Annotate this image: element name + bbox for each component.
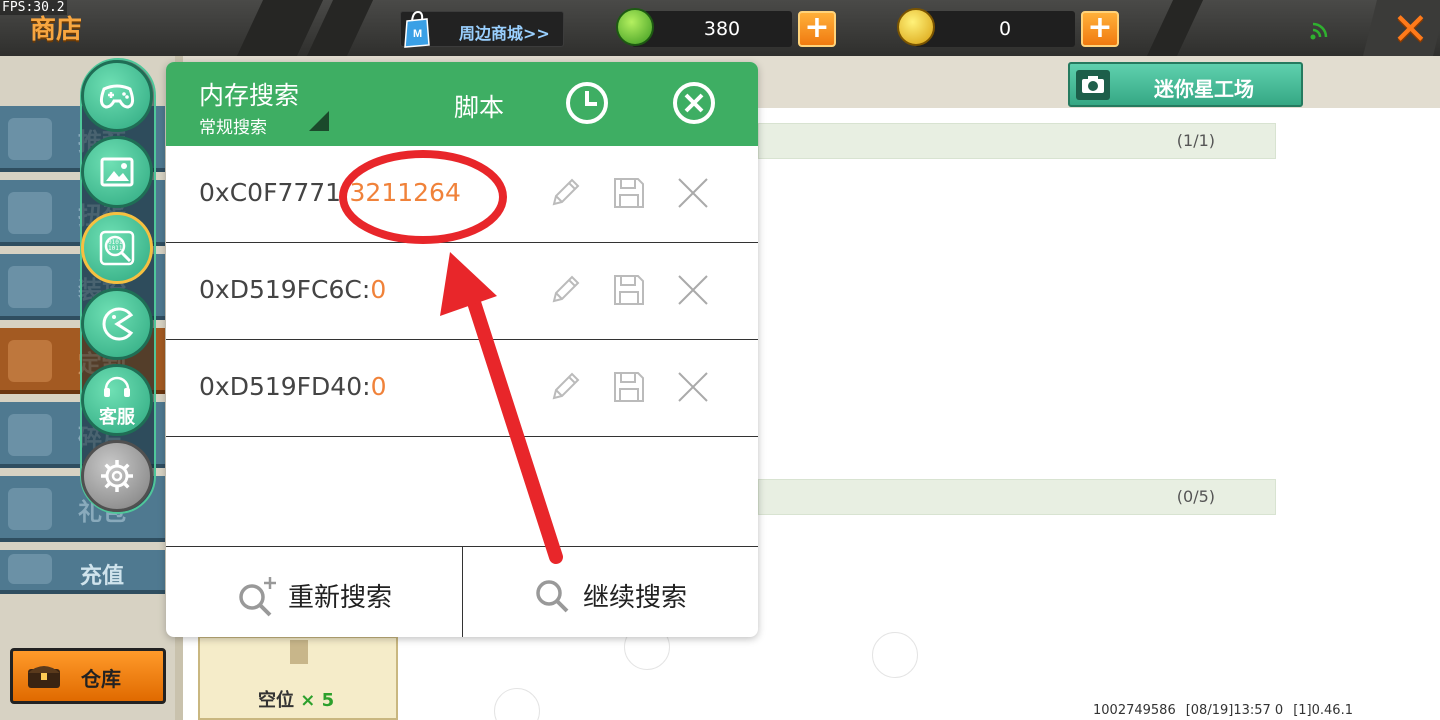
add-gems-button[interactable]: +	[798, 11, 836, 47]
section-bar-1: (1/1)	[758, 123, 1276, 159]
result-value: 3211264	[349, 178, 461, 207]
delete-x-icon[interactable]	[676, 273, 710, 307]
page-title: 商店	[30, 15, 83, 45]
edit-pencil-icon[interactable]	[548, 273, 582, 307]
separator: :	[341, 178, 350, 207]
decor-stripe	[1146, 0, 1204, 56]
close-icon[interactable]	[671, 80, 717, 126]
gem-balance: 380	[616, 8, 792, 47]
slot-count: × 5	[300, 690, 335, 711]
gamepad-tool-button[interactable]	[81, 60, 153, 132]
slot-label: 空位 × 5	[258, 686, 334, 712]
version: [1]0.46.1	[1293, 703, 1353, 718]
coin-balance: 0	[897, 8, 1075, 47]
merch-mall-label: 周边商城>>	[459, 24, 550, 43]
separator: :	[362, 372, 371, 401]
add-coins-button[interactable]: +	[1081, 11, 1119, 47]
gamepad-icon	[99, 84, 135, 109]
signal-icon	[1310, 22, 1328, 40]
binary-search-icon: 0101 1011	[99, 230, 135, 266]
close-shop-button[interactable]: ✕	[1392, 4, 1429, 55]
gem-icon	[616, 8, 654, 46]
research-label: 重新搜索	[288, 583, 393, 613]
pacman-icon	[102, 307, 134, 341]
settings-tool-button[interactable]	[81, 440, 153, 512]
mini-star-factory-button[interactable]: 迷你星工场	[1068, 62, 1303, 107]
user-id: 1002749586	[1093, 703, 1176, 718]
result-row[interactable]: 0xD519FD40:0	[166, 340, 758, 437]
edit-pencil-icon[interactable]	[548, 370, 582, 404]
coin-stack-icon	[8, 554, 52, 584]
result-row[interactable]: 0xC0F7771:3211264	[166, 146, 758, 243]
address-text: 0xD519FD40	[199, 372, 363, 401]
shirt-icon	[8, 266, 52, 308]
merch-mall-link[interactable]: M 周边商城>>	[400, 10, 564, 48]
svg-text:1011: 1011	[108, 245, 123, 252]
sidebar-item-label: 充值	[80, 564, 125, 589]
delete-x-icon[interactable]	[676, 370, 710, 404]
result-address: 0xC0F7771:3211264	[199, 178, 461, 207]
factory-label: 迷你星工场	[1154, 77, 1254, 101]
result-row[interactable]: 0xD519FC6C:0	[166, 243, 758, 340]
continue-search-label: 继续搜索	[583, 583, 688, 613]
save-icon[interactable]	[612, 273, 646, 307]
address-text: 0xC0F7771	[199, 178, 342, 207]
dialog-title: 内存搜索	[199, 81, 300, 110]
edit-pencil-icon[interactable]	[548, 176, 582, 210]
gem-count: 380	[703, 18, 741, 40]
datetime: [08/19]13:57 0	[1185, 703, 1284, 718]
empty-slot-card[interactable]: 空位 × 5	[198, 636, 398, 720]
chest-icon	[28, 666, 60, 688]
footer-info: 1002749586 [08/19]13:57 0 [1]0.46.1	[1093, 703, 1363, 718]
tab-script[interactable]: 脚本	[454, 88, 504, 124]
faint-circle	[872, 632, 918, 678]
delete-x-icon[interactable]	[676, 176, 710, 210]
memory-search-tool-button[interactable]: 0101 1011	[81, 212, 153, 284]
result-address: 0xD519FD40:0	[199, 372, 386, 401]
gift-icon	[8, 488, 52, 530]
save-icon[interactable]	[612, 370, 646, 404]
dialog-header: 内存搜索 常规搜索 脚本	[166, 62, 758, 146]
camera-icon	[1076, 70, 1110, 100]
save-icon[interactable]	[612, 176, 646, 210]
pencil-icon	[8, 340, 52, 382]
gacha-ball-icon	[8, 192, 52, 234]
section-count: (0/5)	[1176, 487, 1215, 506]
search-mode-select[interactable]: 常规搜索	[199, 113, 267, 138]
result-value: 0	[370, 372, 387, 401]
research-button[interactable]: 重新搜索	[166, 547, 462, 637]
slot-placeholder	[290, 640, 308, 664]
gear-icon	[101, 460, 133, 492]
warehouse-label: 仓库	[81, 667, 121, 691]
support-label: 客服	[99, 407, 135, 428]
headset-icon	[104, 376, 130, 397]
thumbs-up-icon	[8, 118, 52, 160]
continue-search-button[interactable]: 继续搜索	[462, 547, 758, 637]
result-address: 0xD519FC6C:0	[199, 275, 386, 304]
shopping-bag-icon: M	[404, 10, 430, 48]
coin-count: 0	[998, 18, 1012, 40]
svg-text:M: M	[413, 28, 422, 40]
slot-label-text: 空位	[258, 690, 294, 711]
section-bar-2: (0/5)	[758, 479, 1276, 515]
section-count: (1/1)	[1176, 131, 1215, 150]
search-plus-icon	[239, 577, 276, 617]
game-mod-tool-button[interactable]	[81, 288, 153, 360]
support-tool-button[interactable]: 客服	[81, 364, 153, 436]
screenshot-tool-button[interactable]	[81, 136, 153, 208]
coin-icon	[897, 8, 935, 46]
dialog-footer: 重新搜索 继续搜索	[166, 546, 758, 637]
memory-search-dialog: 内存搜索 常规搜索 脚本 0xC0F7771:3211264 0xD519FC6…	[166, 62, 758, 637]
result-value: 0	[370, 275, 387, 304]
image-icon	[100, 157, 134, 187]
dropdown-triangle-icon[interactable]	[309, 111, 329, 131]
sidebar-item-recharge[interactable]: 充值	[0, 550, 165, 594]
history-icon[interactable]	[564, 80, 610, 126]
address-text: 0xD519FC6C	[199, 275, 362, 304]
search-icon	[536, 580, 569, 613]
warehouse-button[interactable]: 仓库	[10, 648, 166, 704]
fragment-icon	[8, 414, 52, 456]
